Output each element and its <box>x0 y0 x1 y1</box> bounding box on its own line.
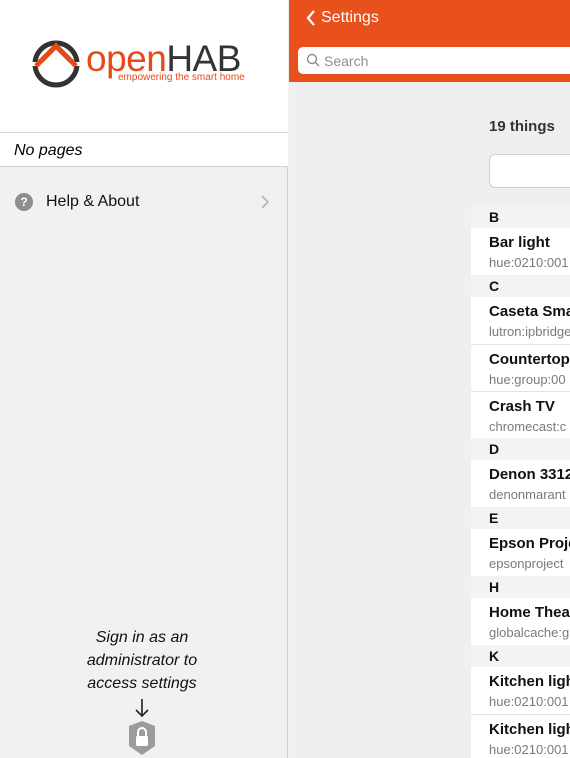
search-input[interactable] <box>324 47 570 74</box>
thing-uid: epsonproject <box>489 556 564 571</box>
thing-title: Countertops <box>489 351 570 368</box>
logo-tagline: empowering the smart home <box>118 72 245 83</box>
view-toggle[interactable] <box>489 154 570 188</box>
arrow-down-icon <box>135 699 149 718</box>
thing-uid: chromecast:c <box>489 419 567 434</box>
question-circle-icon: ? <box>15 193 33 211</box>
chevron-right-icon <box>261 195 270 209</box>
thing-title: Bar light <box>489 234 550 251</box>
lock-shield-icon[interactable] <box>127 720 157 756</box>
help-about-item[interactable]: ? Help & About <box>0 183 288 221</box>
thing-list-item[interactable]: Home Thea globalcache:g <box>471 598 570 645</box>
list-group-header: D <box>471 438 570 460</box>
no-pages-label: No pages <box>0 132 288 167</box>
things-count: 19 things <box>489 118 555 135</box>
logo-area: openHAB empowering the smart home <box>0 0 288 132</box>
thing-uid: hue:0210:001 <box>489 255 569 270</box>
thing-title: Epson Proje <box>489 535 570 552</box>
thing-list-item[interactable]: Epson Proje epsonproject <box>471 529 570 576</box>
search-bar[interactable] <box>298 47 570 74</box>
thing-list-item[interactable]: Caseta Sma lutron:ipbridge <box>471 297 570 344</box>
list-group-header: K <box>471 645 570 667</box>
navbar: Settings <box>289 0 570 82</box>
thing-title: Crash TV <box>489 398 555 415</box>
thing-list-item[interactable]: Bar light hue:0210:001 <box>471 228 570 275</box>
thing-list-item[interactable]: Denon 3312 denonmarant <box>471 460 570 507</box>
list-group-header: E <box>471 507 570 529</box>
things-list: B Bar light hue:0210:001 C Caseta Sma lutron:… <box>471 206 570 758</box>
thing-title: Kitchen ligh <box>489 721 570 738</box>
openhab-logo[interactable]: openHAB empowering the smart home <box>30 36 260 88</box>
back-label: Settings <box>321 9 379 26</box>
thing-list-item[interactable]: Countertops hue:group:00 <box>471 344 570 391</box>
thing-list-item[interactable]: Crash TV chromecast:c <box>471 391 570 438</box>
main-panel: Settings 19 things B Bar light hue:0210:00… <box>289 0 570 758</box>
list-group-header: H <box>471 576 570 598</box>
signin-line: access settings <box>87 675 197 692</box>
thing-uid: hue:0210:001 <box>489 694 569 709</box>
help-about-label: Help & About <box>46 193 140 210</box>
thing-uid: globalcache:g <box>489 625 570 640</box>
search-icon <box>306 53 320 67</box>
chevron-left-icon <box>306 10 315 26</box>
thing-list-item[interactable]: Kitchen ligh hue:0210:001 <box>471 714 570 758</box>
list-group-header: B <box>471 206 570 228</box>
thing-uid: lutron:ipbridge <box>489 324 570 339</box>
thing-title: Caseta Sma <box>489 303 570 320</box>
thing-uid: hue:0210:001 <box>489 742 569 757</box>
list-group-header: C <box>471 275 570 297</box>
signin-line: Sign in as an <box>95 629 189 646</box>
signin-line: administrator to <box>86 652 198 669</box>
sidebar: openHAB empowering the smart home No pag… <box>0 0 288 758</box>
house-logo-icon <box>32 40 80 88</box>
signin-hint: Sign in as an administrator to access se… <box>70 626 214 695</box>
thing-title: Kitchen ligh <box>489 673 570 690</box>
thing-title: Denon 3312 <box>489 466 570 483</box>
thing-title: Home Thea <box>489 604 570 621</box>
back-button[interactable]: Settings <box>306 9 379 27</box>
thing-uid: denonmarant <box>489 487 566 502</box>
thing-list-item[interactable]: Kitchen ligh hue:0210:001 <box>471 667 570 714</box>
thing-uid: hue:group:00 <box>489 372 566 387</box>
